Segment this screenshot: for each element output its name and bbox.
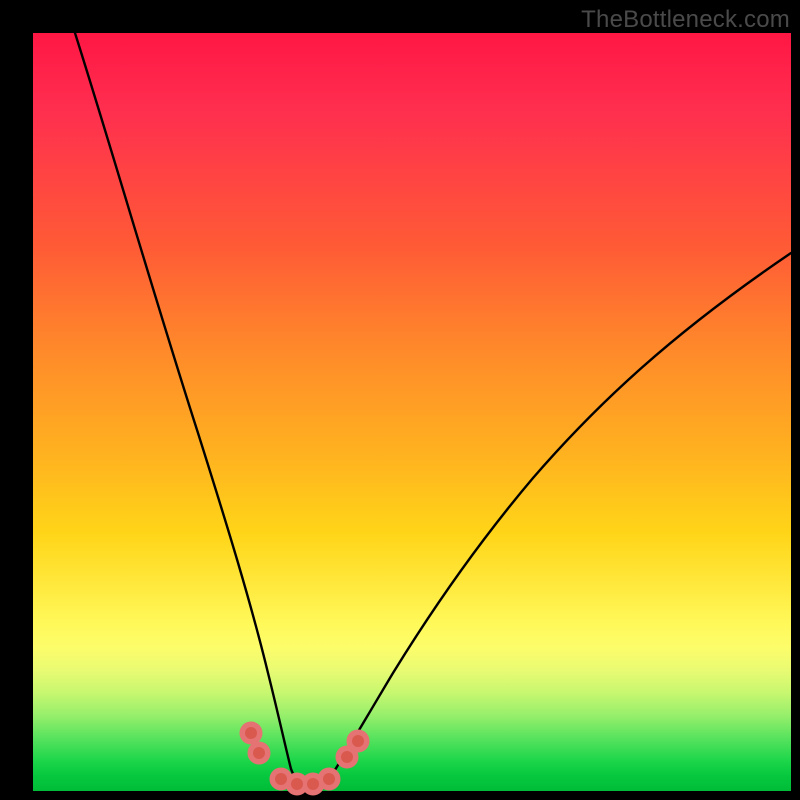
curve-right-arm (328, 253, 791, 781)
marker-group (240, 722, 369, 795)
plot-area (33, 33, 791, 791)
watermark-text: TheBottleneck.com (581, 6, 790, 34)
curve-left-arm (75, 33, 296, 781)
marker-core (341, 751, 353, 763)
marker-core (307, 778, 319, 790)
marker-core (323, 773, 335, 785)
marker-core (275, 773, 287, 785)
marker-core (245, 727, 257, 739)
curve-layer (33, 33, 791, 791)
marker-core (291, 778, 303, 790)
marker-core (352, 735, 364, 747)
marker-core (253, 747, 265, 759)
chart-frame: TheBottleneck.com (0, 0, 800, 800)
